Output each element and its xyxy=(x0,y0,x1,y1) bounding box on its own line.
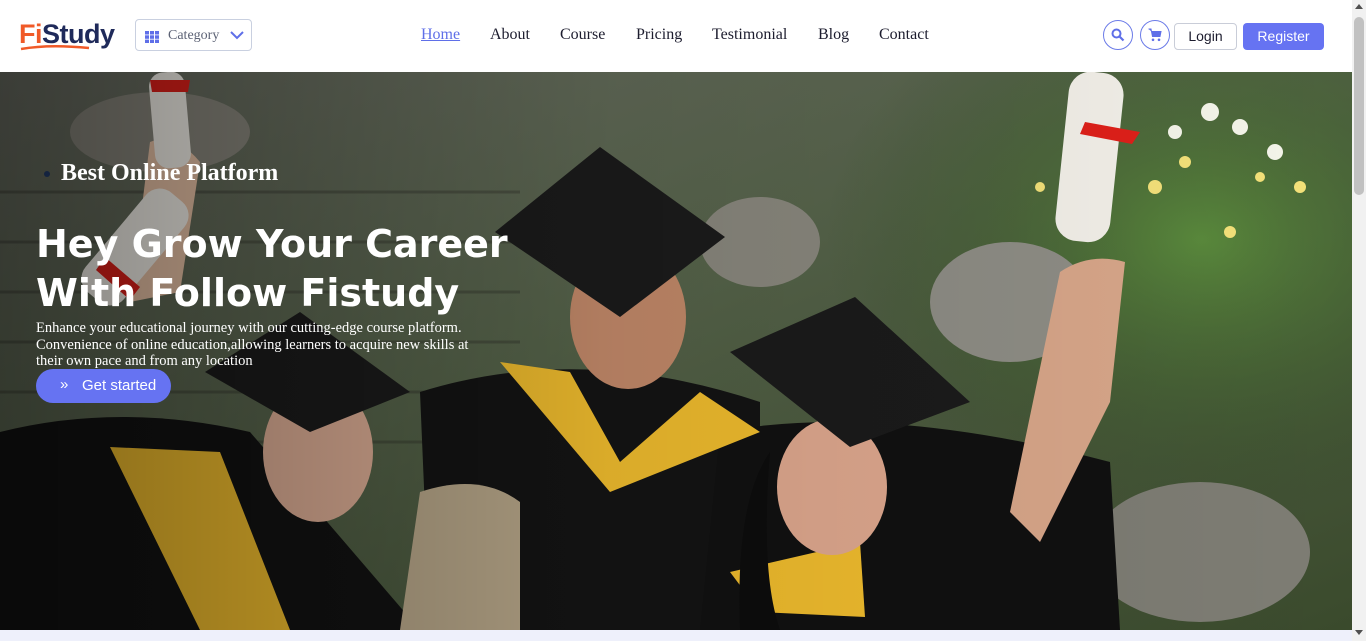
chevron-down-icon xyxy=(230,31,244,40)
login-button[interactable]: Login xyxy=(1174,23,1237,50)
nav-home[interactable]: Home xyxy=(421,26,460,44)
category-dropdown[interactable]: Category xyxy=(135,19,252,51)
scroll-down-arrow-icon[interactable] xyxy=(1355,630,1363,635)
logo-swoosh-icon xyxy=(20,44,90,51)
hero-tagline: Best Online Platform xyxy=(61,160,279,186)
cart-button[interactable] xyxy=(1140,20,1170,50)
hero-headline-line1: Hey Grow Your Career xyxy=(36,222,508,266)
cart-icon xyxy=(1148,28,1162,42)
hero-headline: Hey Grow Your Career With Follow Fistudy xyxy=(36,220,556,318)
register-button[interactable]: Register xyxy=(1243,23,1324,50)
scroll-up-arrow-icon[interactable] xyxy=(1355,4,1363,9)
category-label: Category xyxy=(168,28,220,43)
scrollbar-thumb[interactable] xyxy=(1354,17,1364,195)
search-icon xyxy=(1111,28,1125,42)
nav-pricing[interactable]: Pricing xyxy=(636,26,682,44)
double-chevron-right-icon: » xyxy=(60,376,69,393)
tagline-bullet xyxy=(44,171,50,177)
hero-section: Best Online Platform Hey Grow Your Caree… xyxy=(0,72,1352,630)
next-section-edge xyxy=(0,630,1352,641)
page-scrollbar[interactable] xyxy=(1352,0,1366,641)
grid-icon xyxy=(145,31,159,43)
hero-headline-line2: With Follow Fistudy xyxy=(36,271,460,315)
get-started-button[interactable]: » Get started xyxy=(36,369,171,403)
nav-testimonial[interactable]: Testimonial xyxy=(712,26,787,44)
nav-about[interactable]: About xyxy=(490,26,530,44)
get-started-label: Get started xyxy=(82,377,157,394)
nav-contact[interactable]: Contact xyxy=(879,26,929,44)
header: FiStudy Category Home About Course Prici… xyxy=(0,0,1352,72)
nav-blog[interactable]: Blog xyxy=(818,26,849,44)
nav-course[interactable]: Course xyxy=(560,26,605,44)
search-button[interactable] xyxy=(1103,20,1133,50)
hero-description: Enhance your educational journey with ou… xyxy=(36,320,469,369)
